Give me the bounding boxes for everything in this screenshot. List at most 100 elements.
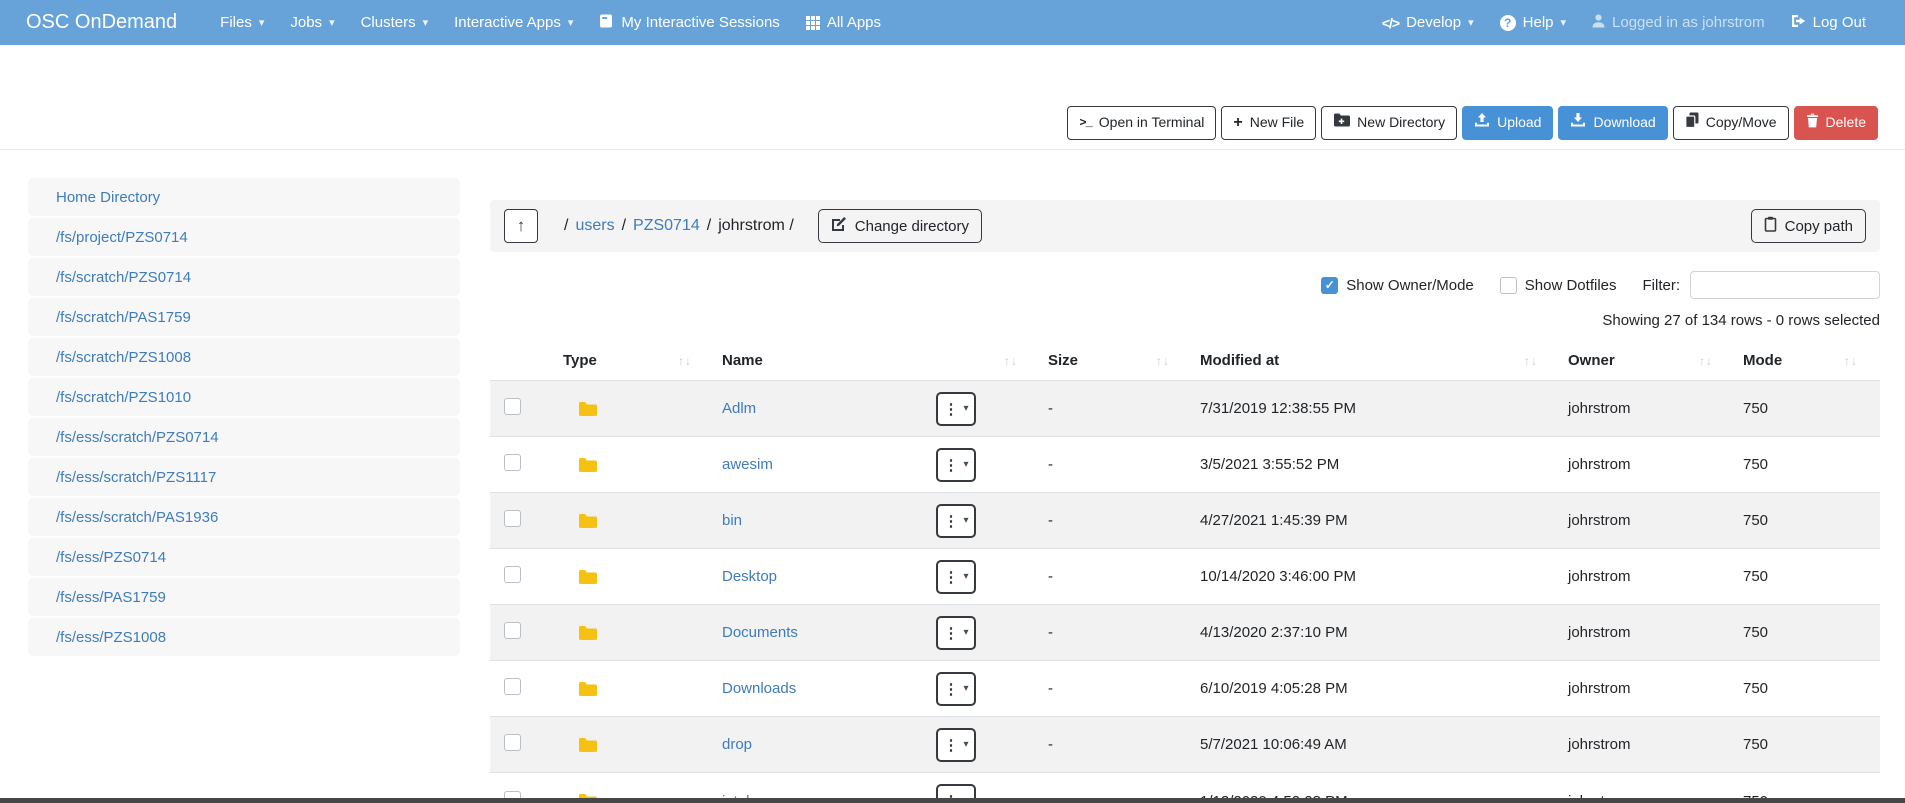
file-name-link[interactable]: Desktop (722, 568, 777, 585)
nav-clusters[interactable]: Clusters ▾ (348, 14, 442, 31)
file-modified-at: 7/31/2019 12:38:55 PM (1192, 381, 1560, 437)
row-checkbox[interactable] (504, 678, 521, 695)
file-name-link[interactable]: drop (722, 736, 752, 753)
show-owner-mode-toggle[interactable]: ✓ Show Owner/Mode (1321, 277, 1474, 294)
file-size: - (1040, 605, 1192, 661)
sidebar-path-link[interactable]: /fs/project/PZS0714 (28, 218, 460, 256)
terminal-icon: >_ (1079, 115, 1091, 132)
file-mode: 750 (1735, 437, 1880, 493)
row-actions-menu-button[interactable]: ⋮ ▾ (936, 672, 976, 706)
check-icon: ✓ (1325, 278, 1335, 292)
sort-icons: ↑↓ (1156, 354, 1170, 368)
file-name-link[interactable]: bin (722, 512, 742, 529)
sidebar-path-link[interactable]: /fs/ess/scratch/PAS1936 (28, 498, 460, 536)
caret-down-icon: ▾ (963, 739, 968, 750)
sort-icons: ↑↓ (1844, 354, 1858, 368)
sidebar-path-link[interactable]: /fs/scratch/PZS1008 (28, 338, 460, 376)
row-checkbox[interactable] (504, 622, 521, 639)
show-owner-mode-checkbox[interactable]: ✓ (1321, 277, 1338, 294)
row-checkbox[interactable] (504, 398, 521, 415)
nav-develop[interactable]: </> Develop ▾ (1369, 14, 1487, 31)
caret-down-icon: ▾ (568, 16, 574, 29)
file-size: - (1040, 493, 1192, 549)
file-mode: 750 (1735, 661, 1880, 717)
sidebar-path-link[interactable]: /fs/scratch/PZS0714 (28, 258, 460, 296)
sidebar-path-link[interactable]: /fs/ess/scratch/PZS1117 (28, 458, 460, 496)
grid-icon (806, 16, 820, 30)
table-row: Desktop ⋮ ▾ - 10/14/2020 3:46:00 PM johr… (490, 549, 1880, 605)
file-name-link[interactable]: Adlm (722, 400, 756, 417)
row-checkbox[interactable] (504, 734, 521, 751)
new-file-button[interactable]: + New File (1221, 106, 1316, 140)
open-in-terminal-button[interactable]: >_ Open in Terminal (1067, 106, 1216, 140)
breadcrumb-link-pzs0714[interactable]: PZS0714 (633, 217, 700, 235)
sidebar-path-link[interactable]: /fs/ess/PZS0714 (28, 538, 460, 576)
sidebar-path-link[interactable]: /fs/ess/scratch/PZS0714 (28, 418, 460, 456)
col-header-size[interactable]: Size ↑↓ (1040, 341, 1192, 381)
upload-icon (1474, 113, 1490, 134)
row-checkbox[interactable] (504, 566, 521, 583)
sidebar-path-link[interactable]: Home Directory (28, 178, 460, 216)
file-mode: 750 (1735, 549, 1880, 605)
caret-down-icon: ▾ (423, 16, 429, 29)
sidebar-path-link[interactable]: /fs/ess/PZS1008 (28, 618, 460, 656)
nav-help[interactable]: ? Help ▾ (1487, 14, 1579, 31)
file-modified-at: 5/7/2021 10:06:49 AM (1192, 717, 1560, 773)
file-name-link[interactable]: awesim (722, 456, 773, 473)
nav-my-interactive-sessions[interactable]: My Interactive Sessions (586, 13, 792, 33)
col-header-name[interactable]: Name ↑↓ (714, 341, 1040, 381)
brand[interactable]: OSC OnDemand (26, 11, 177, 34)
copy-path-button[interactable]: Copy path (1751, 209, 1866, 243)
caret-down-icon: ▾ (963, 403, 968, 414)
folder-icon (563, 401, 706, 417)
row-actions-menu-button[interactable]: ⋮ ▾ (936, 392, 976, 426)
caret-down-icon: ▾ (1561, 16, 1567, 29)
nav-jobs[interactable]: Jobs ▾ (277, 14, 347, 31)
row-actions-menu-button[interactable]: ⋮ ▾ (936, 616, 976, 650)
row-actions-menu-button[interactable]: ⋮ ▾ (936, 448, 976, 482)
rows-status-text: Showing 27 of 134 rows - 0 rows selected (490, 312, 1880, 329)
change-directory-button[interactable]: Change directory (818, 209, 982, 243)
row-actions-menu-button[interactable]: ⋮ ▾ (936, 728, 976, 762)
table-row: bin ⋮ ▾ - 4/27/2021 1:45:39 PM johrstrom… (490, 493, 1880, 549)
delete-button[interactable]: Delete (1794, 106, 1878, 140)
sort-icons: ↑↓ (1524, 354, 1538, 368)
caret-down-icon: ▾ (259, 16, 265, 29)
file-size: - (1040, 717, 1192, 773)
parent-directory-button[interactable]: ↑ (504, 209, 538, 243)
file-owner: johrstrom (1560, 661, 1735, 717)
row-checkbox[interactable] (504, 510, 521, 527)
copy-icon (1685, 112, 1699, 134)
breadcrumb: / users / PZS0714 / johrstrom / (564, 217, 794, 235)
upload-button[interactable]: Upload (1462, 106, 1553, 140)
breadcrumb-link-users[interactable]: users (575, 217, 614, 235)
show-dotfiles-checkbox[interactable] (1500, 277, 1517, 294)
file-name-link[interactable]: Downloads (722, 680, 796, 697)
file-modified-at: 4/13/2020 2:37:10 PM (1192, 605, 1560, 661)
navbar-right: </> Develop ▾ ? Help ▾ Logged in as johr… (1369, 14, 1879, 32)
nav-log-out[interactable]: Log Out (1778, 14, 1879, 32)
col-header-mode[interactable]: Mode ↑↓ (1735, 341, 1880, 381)
row-actions-menu-button[interactable]: ⋮ ▾ (936, 504, 976, 538)
col-header-modified-at[interactable]: Modified at ↑↓ (1192, 341, 1560, 381)
nav-all-apps[interactable]: All Apps (793, 14, 894, 31)
download-button[interactable]: Download (1558, 106, 1667, 140)
copy-move-button[interactable]: Copy/Move (1673, 106, 1789, 140)
file-name-link[interactable]: Documents (722, 624, 798, 641)
sidebar-path-link[interactable]: /fs/scratch/PZS1010 (28, 378, 460, 416)
col-header-type[interactable]: Type ↑↓ (555, 341, 714, 381)
nav-files[interactable]: Files ▾ (207, 14, 277, 31)
row-actions-menu-button[interactable]: ⋮ ▾ (936, 560, 976, 594)
nav-interactive-apps[interactable]: Interactive Apps ▾ (441, 14, 586, 31)
file-action-toolbar: >_ Open in Terminal + New File New Direc… (0, 45, 1905, 150)
sidebar-path-link[interactable]: /fs/scratch/PAS1759 (28, 298, 460, 336)
show-dotfiles-toggle[interactable]: Show Dotfiles (1500, 277, 1617, 294)
sidebar-path-link[interactable]: /fs/ess/PAS1759 (28, 578, 460, 616)
new-directory-button[interactable]: New Directory (1321, 106, 1457, 140)
col-header-owner[interactable]: Owner ↑↓ (1560, 341, 1735, 381)
filter-input[interactable] (1690, 271, 1880, 299)
folder-icon (563, 737, 706, 753)
code-icon: </> (1382, 15, 1399, 31)
folder-icon (563, 513, 706, 529)
row-checkbox[interactable] (504, 454, 521, 471)
